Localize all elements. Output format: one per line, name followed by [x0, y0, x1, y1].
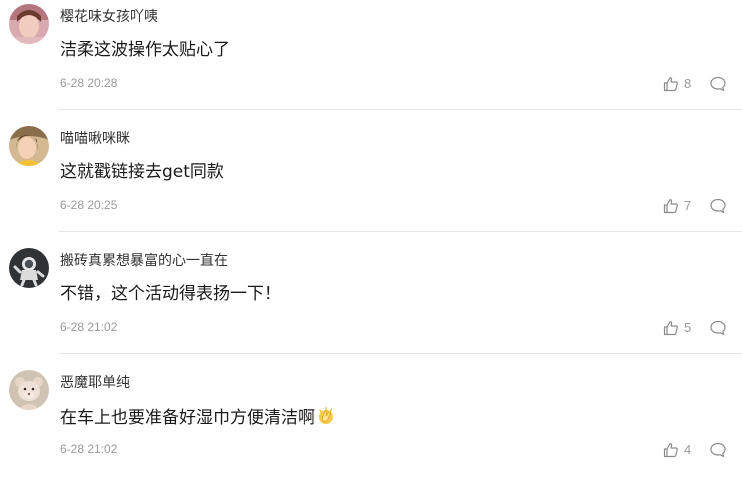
user-avatar[interactable] [9, 248, 49, 288]
comment-text: 这就戳链接去get同款 [60, 162, 224, 182]
reply-button[interactable] [709, 441, 727, 459]
reply-button[interactable] [709, 75, 727, 93]
comment-timestamp: 6-28 21:02 [60, 442, 118, 456]
comment-username[interactable]: 喵喵啾咪眯 [60, 131, 130, 147]
comment-bubble-icon [710, 320, 726, 336]
like-count: 4 [684, 442, 692, 457]
user-avatar[interactable] [9, 126, 49, 166]
comment-text: 不错，这个活动得表扬一下！ [60, 284, 281, 304]
user-avatar[interactable] [9, 370, 49, 410]
comment-timestamp: 6-28 21:02 [60, 320, 118, 334]
comment-text: 洁柔这波操作太贴心了 [60, 40, 230, 60]
like-button[interactable]: 4 [663, 441, 691, 459]
astronaut-avatar-icon [9, 248, 49, 288]
thumbs-up-icon [663, 321, 678, 336]
comment-text: 在车上也要准备好湿巾方便清洁啊 [60, 406, 336, 431]
avatar-icon [9, 126, 49, 166]
comment-bubble-icon [710, 76, 726, 92]
like-count: 8 [684, 76, 692, 91]
comment-item: 搬砖真累想暴富的心一直在 不错，这个活动得表扬一下！ 6-28 21:02 5 [0, 244, 742, 366]
comment-divider [59, 353, 742, 354]
like-count: 7 [684, 198, 692, 213]
comment-divider [59, 231, 742, 232]
teddy-bear-avatar-icon [9, 370, 49, 410]
comment-divider [59, 109, 742, 110]
clapping-hands-emoji [316, 406, 336, 431]
thumbs-up-icon [663, 443, 678, 458]
comment-item: 恶魔耶单纯 在车上也要准备好湿巾方便清洁啊 6-28 21:02 4 [0, 366, 742, 488]
thumbs-up-icon [663, 199, 678, 214]
avatar-icon [9, 4, 49, 44]
comment-timestamp: 6-28 20:28 [60, 76, 118, 90]
like-count: 5 [684, 320, 692, 335]
thumbs-up-icon [663, 77, 678, 92]
comment-item: 喵喵啾咪眯 这就戳链接去get同款 6-28 20:25 7 [0, 122, 742, 244]
like-button[interactable]: 7 [663, 197, 691, 215]
comment-username[interactable]: 恶魔耶单纯 [60, 375, 130, 391]
comment-username[interactable]: 搬砖真累想暴富的心一直在 [60, 253, 228, 269]
comment-username[interactable]: 樱花味女孩吖咦 [60, 9, 158, 25]
reply-button[interactable] [709, 197, 727, 215]
like-button[interactable]: 5 [663, 319, 691, 337]
user-avatar[interactable] [9, 4, 49, 44]
comment-item: 樱花味女孩吖咦 洁柔这波操作太贴心了 6-28 20:28 8 [0, 0, 742, 122]
comment-timestamp: 6-28 20:25 [60, 198, 118, 212]
comment-bubble-icon [710, 198, 726, 214]
clap-emoji-icon [319, 407, 333, 424]
comment-bubble-icon [710, 442, 726, 458]
like-button[interactable]: 8 [663, 75, 691, 93]
reply-button[interactable] [709, 319, 727, 337]
comment-text-body: 在车上也要准备好湿巾方便清洁啊 [60, 408, 315, 428]
